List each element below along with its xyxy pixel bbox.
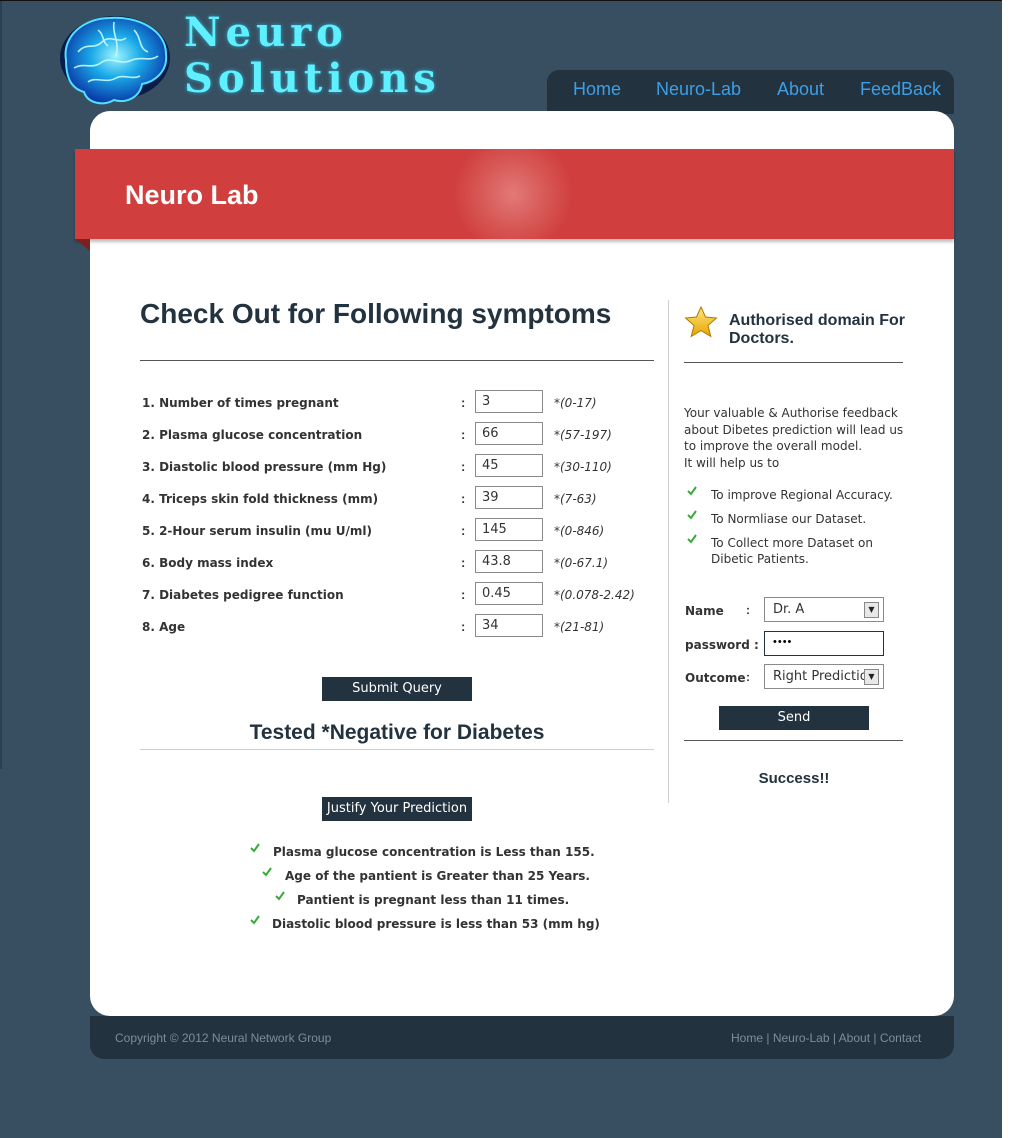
- footer-link-home[interactable]: Home: [731, 1031, 763, 1045]
- outcome-select[interactable]: Right Prediction ▼: [764, 664, 884, 689]
- nav-about[interactable]: About: [777, 79, 824, 100]
- sidebar-title: Authorised domain For Doctors.: [729, 312, 905, 347]
- sidebar-description: Your valuable & Authorise feedback about…: [684, 406, 904, 470]
- sidebar-list-item: To Normliase our Dataset.: [711, 512, 867, 526]
- justification-item: Plasma glucose concentration is Less tha…: [273, 845, 595, 859]
- check-icon: [687, 510, 697, 520]
- blood-pressure-input[interactable]: 45: [475, 454, 543, 477]
- field-range: *(0-846): [554, 524, 605, 538]
- footer-links: Home | Neuro-Lab | About | Contact: [731, 1031, 922, 1045]
- divider: [684, 362, 903, 363]
- bmi-input[interactable]: 43.8: [475, 550, 543, 573]
- field-row-pregnancies: 1. Number of times pregnant : 3 *(0-17): [140, 390, 640, 416]
- field-range: *(0-17): [554, 396, 597, 410]
- divider: [140, 360, 654, 361]
- divider: [140, 749, 654, 750]
- pedigree-input[interactable]: 0.45: [475, 582, 543, 605]
- column-divider: [668, 300, 669, 803]
- field-label: 4. Triceps skin fold thickness (mm): [142, 492, 379, 506]
- pregnancies-input[interactable]: 3: [475, 390, 543, 413]
- glucose-input[interactable]: 66: [475, 422, 543, 445]
- symptoms-heading: Check Out for Following symptoms: [140, 298, 612, 329]
- field-row-age: 8. Age : 34 *(21-81): [140, 614, 640, 640]
- field-label: 6. Body mass index: [142, 556, 274, 570]
- password-input[interactable]: ••••: [764, 631, 884, 656]
- justification-item: Diastolic blood pressure is less than 53…: [272, 917, 600, 931]
- prediction-result: Tested *Negative for Diabetes: [249, 721, 545, 744]
- chevron-down-icon: ▼: [864, 669, 879, 685]
- field-row-skin-thickness: 4. Triceps skin fold thickness (mm) : 39…: [140, 486, 640, 512]
- nav-home[interactable]: Home: [573, 79, 621, 100]
- brain-logo-icon: [60, 16, 170, 105]
- brand-line-2: Solutions: [184, 55, 441, 102]
- copyright-text: Copyright © 2012 Neural Network Group: [115, 1031, 332, 1045]
- field-range: *(0-67.1): [554, 556, 609, 570]
- field-row-pedigree: 7. Diabetes pedigree function : 0.45 *(0…: [140, 582, 640, 608]
- name-label: Name: [685, 604, 724, 618]
- justification-item: Pantient is pregnant less than 11 times.: [297, 893, 570, 907]
- field-label: 3. Diastolic blood pressure (mm Hg): [142, 460, 387, 474]
- sidebar-list-item: To Collect more Dataset on Dibetic Patie…: [711, 536, 873, 566]
- field-range: *(21-81): [554, 620, 605, 634]
- check-icon: [250, 915, 260, 925]
- field-label: 7. Diabetes pedigree function: [142, 588, 344, 602]
- field-range: *(57-197): [554, 428, 612, 442]
- field-label: 5. 2-Hour serum insulin (mu U/ml): [142, 524, 372, 538]
- field-row-glucose: 2. Plasma glucose concentration : 66 *(5…: [140, 422, 640, 448]
- field-label: 8. Age: [142, 620, 186, 634]
- field-range: *(0.078-2.42): [554, 588, 635, 602]
- field-row-insulin: 5. 2-Hour serum insulin (mu U/ml) : 145 …: [140, 518, 640, 544]
- check-icon: [687, 534, 697, 544]
- divider: [684, 740, 903, 741]
- outcome-label: Outcome: [685, 671, 746, 685]
- chevron-down-icon: ▼: [864, 602, 879, 618]
- brand-wordmark: Neuro Solutions: [184, 10, 441, 102]
- check-icon: [275, 891, 285, 901]
- justify-prediction-button[interactable]: Justify Your Prediction: [322, 797, 472, 821]
- banner-title: Neuro Lab: [125, 180, 259, 210]
- password-label: password :: [685, 638, 759, 652]
- field-range: *(30-110): [554, 460, 612, 474]
- footer-link-about[interactable]: About: [839, 1031, 870, 1045]
- footer-link-neuro-lab[interactable]: Neuro-Lab: [773, 1031, 830, 1045]
- submit-query-button[interactable]: Submit Query: [322, 677, 472, 701]
- age-input[interactable]: 34: [475, 614, 543, 637]
- nav-feedback[interactable]: FeedBack: [860, 79, 941, 100]
- field-range: *(7-63): [554, 492, 597, 506]
- field-row-blood-pressure: 3. Diastolic blood pressure (mm Hg) : 45…: [140, 454, 640, 480]
- field-label: 2. Plasma glucose concentration: [142, 428, 363, 442]
- insulin-input[interactable]: 145: [475, 518, 543, 541]
- field-label: 1. Number of times pregnant: [142, 396, 339, 410]
- check-icon: [250, 843, 260, 853]
- field-row-bmi: 6. Body mass index : 43.8 *(0-67.1): [140, 550, 640, 576]
- footer-link-contact[interactable]: Contact: [880, 1031, 921, 1045]
- top-navigation: Home Neuro-Lab About FeedBack: [547, 70, 954, 114]
- brand-line-1: Neuro: [184, 9, 348, 56]
- skin-thickness-input[interactable]: 39: [475, 486, 543, 509]
- sidebar-list-item: To improve Regional Accuracy.: [711, 488, 893, 502]
- nav-neuro-lab[interactable]: Neuro-Lab: [656, 79, 741, 100]
- send-button[interactable]: Send: [719, 706, 869, 730]
- star-icon: [684, 306, 718, 338]
- justification-item: Age of the pantient is Greater than 25 Y…: [285, 869, 590, 883]
- success-message: Success!!: [758, 770, 830, 787]
- check-icon: [262, 867, 272, 877]
- check-icon: [687, 486, 697, 496]
- name-select[interactable]: Dr. A ▼: [764, 597, 884, 622]
